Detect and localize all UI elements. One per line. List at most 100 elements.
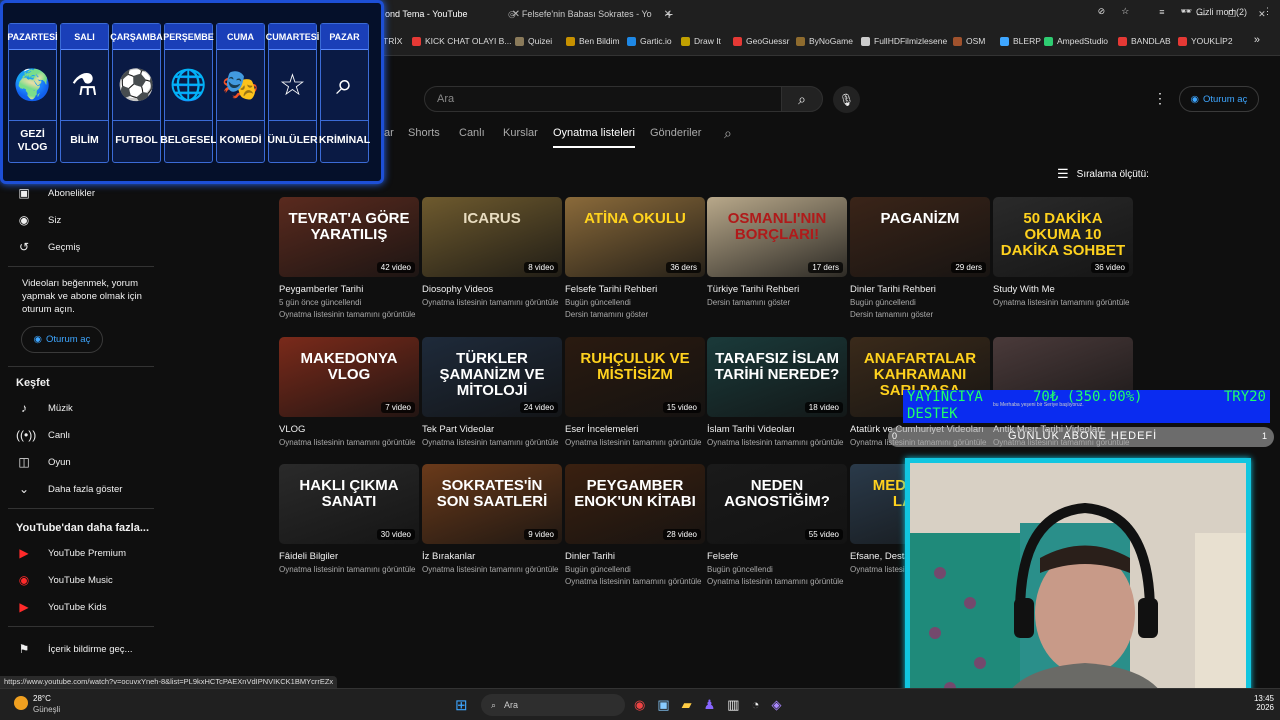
folder-icon[interactable]: ▰ xyxy=(682,697,692,713)
playlist-card[interactable]: ATİNA OKULU 36 ders Felsefe Tarihi Rehberi… xyxy=(565,197,705,319)
playlist-card[interactable]: TÜRKLER ŞAMANİZM VE MİTOLOJİ 24 video Tek … xyxy=(422,337,562,447)
playlist-title[interactable]: Dinler Tarihi xyxy=(565,551,705,562)
playlist-thumbnail[interactable]: OSMANLI'NIN BORÇLARI! 17 ders xyxy=(707,197,847,277)
playlist-title[interactable]: VLOG xyxy=(279,424,419,435)
bookmark-item[interactable]: Ben Bildim xyxy=(566,36,620,46)
bookmark-item[interactable]: Draw It xyxy=(681,36,721,46)
bookmark-item[interactable]: OSM xyxy=(953,36,985,46)
media-icon[interactable]: ≡ xyxy=(1159,7,1164,17)
sort-button[interactable]: ☰ Sıralama ölçütü: xyxy=(1057,166,1149,182)
playlist-title[interactable]: Felsefe xyxy=(707,551,847,562)
playlist-title[interactable]: Tek Part Videolar xyxy=(422,424,562,435)
voice-search-button[interactable]: 🎙 xyxy=(833,86,860,113)
bookmark-item[interactable]: ByNoGame xyxy=(796,36,853,46)
channel-tab[interactable]: Kurslar xyxy=(503,127,538,139)
app-icon[interactable]: ◈ xyxy=(771,697,781,713)
search-button[interactable]: ⌕ xyxy=(781,86,823,112)
bookmark-item[interactable]: GeoGuessr xyxy=(733,36,789,46)
playlist-card[interactable]: MAKEDONYA VLOG 7 video VLOG Oynatma listesi… xyxy=(279,337,419,447)
more-item-1[interactable]: ◉ YouTube Music xyxy=(16,573,113,587)
sidebar-item-2[interactable]: ↺ Geçmiş xyxy=(16,240,80,254)
playlist-title[interactable]: Study With Me xyxy=(993,284,1133,295)
playlist-card[interactable]: NEDEN AGNOSTİĞİM? 55 video Felsefe Bugün gü… xyxy=(707,464,847,586)
view-full-playlist-link[interactable]: Oynatma listesinin tamamını görüntüle xyxy=(279,310,419,319)
playlist-thumbnail[interactable]: HAKLI ÇIKMA SANATI 30 video xyxy=(279,464,419,544)
teams-icon[interactable]: ♟ xyxy=(704,697,716,713)
playlist-thumbnail[interactable]: RUHÇULUK VE MİSTİSİZM 15 video xyxy=(565,337,705,417)
playlist-title[interactable]: Felsefe Tarihi Rehberi xyxy=(565,284,705,295)
playlist-thumbnail[interactable]: ICARUS 8 video xyxy=(422,197,562,277)
bookmark-item[interactable]: FullHDFilmizlesene xyxy=(861,36,947,46)
view-full-playlist-link[interactable]: Oynatma listesinin tamamını görüntüle xyxy=(707,577,847,586)
playlist-thumbnail[interactable]: MAKEDONYA VLOG 7 video xyxy=(279,337,419,417)
start-button[interactable]: ⊞ xyxy=(455,696,468,714)
more-item-0[interactable]: ▶ YouTube Premium xyxy=(16,546,126,560)
playlist-title[interactable]: Diosophy Videos xyxy=(422,284,562,295)
playlist-card[interactable]: HAKLI ÇIKMA SANATI 30 video Fâideli Bilgil… xyxy=(279,464,419,574)
view-full-playlist-link[interactable]: Oynatma listesinin tamamını görüntüle xyxy=(565,577,705,586)
sign-in-button[interactable]: ◉ Oturum aç xyxy=(1179,86,1259,112)
playlist-thumbnail[interactable]: SOKRATES'İN SON SAATLERİ 9 video xyxy=(422,464,562,544)
incognito-badge[interactable]: 🕶 Gizli mod (2) xyxy=(1181,6,1247,17)
view-full-playlist-link[interactable]: Dersin tamamını göster xyxy=(850,310,990,319)
channel-tab[interactable]: Oynatma listeleri xyxy=(553,127,635,148)
playlist-title[interactable]: Dinler Tarihi Rehberi xyxy=(850,284,990,295)
view-full-playlist-link[interactable]: Dersin tamamını göster xyxy=(565,310,705,319)
bookmark-item[interactable]: Quizei xyxy=(515,36,552,46)
bookmark-item[interactable]: KICK CHAT OLAYI B... xyxy=(412,36,511,46)
epic-games-icon[interactable]: ▥ xyxy=(727,697,739,713)
explore-item-3[interactable]: ⌄ Daha fazla göster xyxy=(16,482,123,496)
playlist-card[interactable]: TARAFSIZ İSLAM TARİHİ NEREDE? 18 video İsl… xyxy=(707,337,847,447)
playlist-thumbnail[interactable]: TÜRKLER ŞAMANİZM VE MİTOLOJİ 24 video xyxy=(422,337,562,417)
playlist-card[interactable]: RUHÇULUK VE MİSTİSİZM 15 video Eser İncele… xyxy=(565,337,705,447)
playlist-card[interactable]: Tevrat'a Göre Yaratılış 42 video Peygamber… xyxy=(279,197,419,319)
bookmark-item[interactable]: BLERP xyxy=(1000,36,1041,46)
playlist-title[interactable]: İslam Tarihi Videoları xyxy=(707,424,847,435)
search-input[interactable]: Ara xyxy=(424,86,782,112)
chrome-icon[interactable]: ◉ xyxy=(634,697,645,713)
playlist-thumbnail[interactable]: PAGANİZM 29 ders xyxy=(850,197,990,277)
eye-off-icon[interactable]: ⊘ xyxy=(1098,6,1106,17)
playlist-title[interactable]: Eser İncelemeleri xyxy=(565,424,705,435)
playlist-thumbnail[interactable]: Tevrat'a Göre Yaratılış 42 video xyxy=(279,197,419,277)
report-item[interactable]: ⚑ İçerik bildirme geç... xyxy=(16,642,133,656)
playlist-card[interactable]: PAGANİZM 29 ders Dinler Tarihi Rehberi Bugü… xyxy=(850,197,990,319)
playlist-card[interactable]: 50 DAKİKA OKUMA 10 DAKİKA SOHBET 36 video… xyxy=(993,197,1133,307)
bookmark-item[interactable]: Gartic.io xyxy=(627,36,672,46)
sidebar-item-0[interactable]: ▣ Abonelikler xyxy=(16,186,95,200)
sidebar-item-1[interactable]: ◉ Siz xyxy=(16,213,61,227)
star-icon[interactable]: ☆ xyxy=(1121,6,1129,17)
explore-item-0[interactable]: ♪ Müzik xyxy=(16,401,73,415)
bookmark-item[interactable]: AmpedStudio xyxy=(1044,36,1108,46)
channel-search-icon[interactable]: ⌕ xyxy=(724,125,732,142)
browser-menu-icon[interactable]: ⋮ xyxy=(1263,6,1272,17)
more-bookmarks-icon[interactable]: » xyxy=(1254,34,1260,46)
playlist-thumbnail[interactable]: TARAFSIZ İSLAM TARİHİ NEREDE? 18 video xyxy=(707,337,847,417)
channel-tab[interactable]: Shorts xyxy=(408,127,440,139)
playlist-card[interactable]: PEYGAMBER ENOK'UN KİTABI 28 video Dinler T… xyxy=(565,464,705,586)
playlist-card[interactable]: ICARUS 8 video Diosophy Videos Oynatma list… xyxy=(422,197,562,307)
playlist-title[interactable]: İz Bırakanlar xyxy=(422,551,562,562)
sidebar-sign-in-button[interactable]: ◉ Oturum aç xyxy=(21,326,103,353)
obs-icon[interactable]: ◔ xyxy=(752,697,760,713)
playlist-card[interactable]: OSMANLI'NIN BORÇLARI! 17 ders Türkiye Tari… xyxy=(707,197,847,307)
tab-sokrates[interactable]: ◎ Felsefe'nin Babası Sokrates - Yo ✕ xyxy=(508,4,672,24)
playlist-thumbnail[interactable]: ATİNA OKULU 36 ders xyxy=(565,197,705,277)
playlist-title[interactable]: Fâideli Bilgiler xyxy=(279,551,419,562)
channel-tab[interactable]: Gönderiler xyxy=(650,127,701,139)
explore-item-2[interactable]: ◫ Oyun xyxy=(16,455,70,469)
playlist-thumbnail[interactable]: NEDEN AGNOSTİĞİM? 55 video xyxy=(707,464,847,544)
explore-item-1[interactable]: ((•)) Canlı xyxy=(16,428,70,442)
settings-menu-icon[interactable]: ⋮ xyxy=(1153,90,1167,107)
more-item-2[interactable]: ▶ YouTube Kids xyxy=(16,600,106,614)
new-tab-button[interactable]: + xyxy=(665,4,673,24)
bookmark-item[interactable]: BANDLAB xyxy=(1118,36,1171,46)
playlist-card[interactable]: SOKRATES'İN SON SAATLERİ 9 video İz Bıraka… xyxy=(422,464,562,574)
channel-tab[interactable]: ar xyxy=(384,127,394,139)
taskbar-search[interactable]: ⌕ Ara xyxy=(481,694,625,716)
playlist-title[interactable]: Peygamberler Tarihi xyxy=(279,284,419,295)
channel-tab[interactable]: Canlı xyxy=(459,127,485,139)
tab-youtube[interactable]: ond Tema - YouTube ✕ xyxy=(385,4,520,24)
playlist-title[interactable]: Türkiye Tarihi Rehberi xyxy=(707,284,847,295)
playlist-thumbnail[interactable]: PEYGAMBER ENOK'UN KİTABI 28 video xyxy=(565,464,705,544)
